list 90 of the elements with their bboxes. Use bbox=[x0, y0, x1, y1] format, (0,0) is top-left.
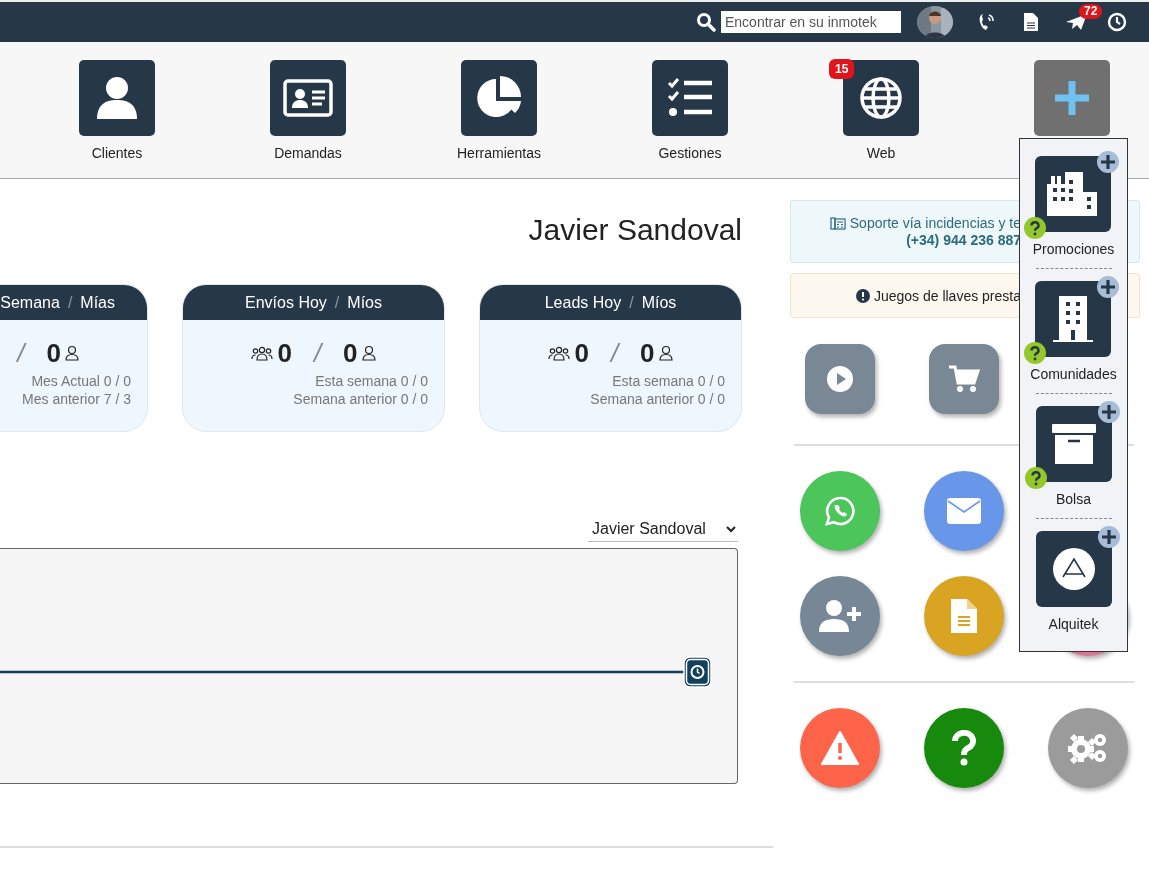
document-icon bbox=[951, 599, 977, 633]
phone-icon[interactable] bbox=[977, 12, 995, 32]
chevron-down-icon bbox=[726, 525, 736, 533]
support-phone: (+34) 944 236 887 bbox=[906, 231, 1021, 249]
separator: / bbox=[17, 337, 25, 369]
round-button[interactable] bbox=[800, 576, 880, 656]
card-title: Semana bbox=[0, 293, 60, 312]
cart-icon bbox=[948, 365, 980, 393]
add-button[interactable] bbox=[1034, 60, 1110, 136]
fax-icon bbox=[829, 216, 846, 230]
question-icon[interactable] bbox=[1024, 342, 1047, 364]
user-select[interactable]: Javier Sandoval bbox=[588, 519, 738, 542]
menu-tile[interactable] bbox=[1035, 406, 1112, 482]
notification-badge: 72 bbox=[1079, 4, 1103, 19]
gears-icon bbox=[1067, 732, 1109, 764]
archive-box-icon bbox=[1051, 424, 1096, 464]
stat-value: 0 bbox=[640, 337, 655, 369]
person-icon bbox=[96, 75, 138, 121]
question-icon[interactable] bbox=[1024, 467, 1047, 489]
nav-label: Herramientas bbox=[457, 145, 541, 161]
stat-detail: Esta semana 0 / 0 bbox=[315, 372, 428, 390]
menu-label: Bolsa bbox=[1056, 491, 1091, 508]
card-subtitle: Míos bbox=[347, 293, 382, 312]
menu-tile[interactable] bbox=[1035, 156, 1112, 232]
separator: / bbox=[334, 293, 340, 312]
nav-label: Demandas bbox=[274, 145, 342, 161]
plus-icon[interactable] bbox=[1097, 401, 1120, 423]
round-button[interactable] bbox=[924, 708, 1004, 788]
separator: / bbox=[313, 337, 322, 369]
separator: / bbox=[67, 293, 73, 312]
stat-detail: Semana anterior 0 / 0 bbox=[293, 390, 428, 408]
menu-label: Promociones bbox=[1032, 241, 1115, 258]
document-icon[interactable] bbox=[1023, 12, 1039, 32]
logo-icon bbox=[1051, 547, 1096, 591]
building-icon bbox=[1053, 296, 1094, 342]
menu-label: Alquitek bbox=[1048, 616, 1099, 633]
menu-tile[interactable] bbox=[1035, 531, 1112, 607]
stat-value: 0 bbox=[343, 337, 358, 369]
search-field[interactable]: Encontrar en su inmotek bbox=[721, 11, 901, 33]
user-name: Javier Sandoval bbox=[527, 212, 742, 248]
person-icon bbox=[658, 345, 673, 361]
chat-phone-icon bbox=[825, 496, 855, 526]
menu-tile[interactable] bbox=[1035, 281, 1112, 357]
checklist-icon bbox=[667, 77, 713, 119]
globe-icon bbox=[859, 76, 903, 120]
separator: / bbox=[610, 337, 619, 369]
question-icon bbox=[952, 730, 976, 766]
square-button[interactable] bbox=[929, 344, 999, 414]
count-badge: 15 bbox=[829, 59, 855, 79]
square-button[interactable] bbox=[805, 344, 875, 414]
stat-value: 0 bbox=[574, 337, 589, 369]
plus-icon[interactable] bbox=[1097, 151, 1120, 173]
nav-label: Gestiones bbox=[658, 145, 722, 161]
stat-value: 0 bbox=[46, 337, 61, 369]
stat-value: 0 bbox=[277, 337, 292, 369]
card-title: Leads Hoy bbox=[544, 293, 622, 312]
round-button[interactable] bbox=[1048, 708, 1128, 788]
card-subtitle: Mías bbox=[80, 293, 115, 312]
nav-label: Clientes bbox=[91, 145, 143, 161]
nav-tile[interactable] bbox=[461, 60, 537, 136]
plus-icon[interactable] bbox=[1097, 526, 1120, 548]
exclamation-icon bbox=[856, 288, 870, 303]
id-card-icon bbox=[283, 79, 333, 117]
plus-icon[interactable] bbox=[1097, 276, 1120, 298]
menu-label: Comunidades bbox=[1030, 366, 1117, 383]
card-title: Envíos Hoy bbox=[245, 293, 327, 312]
stat-detail: Esta semana 0 / 0 bbox=[612, 372, 725, 390]
search-icon[interactable] bbox=[696, 12, 716, 32]
play-icon bbox=[826, 365, 854, 393]
stat-detail: Mes Actual 0 / 0 bbox=[31, 372, 131, 390]
plus-icon bbox=[1052, 78, 1092, 118]
question-icon[interactable] bbox=[1024, 217, 1047, 239]
round-button[interactable] bbox=[924, 471, 1004, 551]
group-icon bbox=[251, 345, 274, 361]
nav-tile[interactable] bbox=[79, 60, 155, 136]
stat-detail: Semana anterior 0 / 0 bbox=[590, 390, 725, 408]
nav-tile[interactable] bbox=[652, 60, 728, 136]
round-button[interactable] bbox=[800, 708, 880, 788]
nav-tile[interactable] bbox=[270, 60, 346, 136]
separator: / bbox=[629, 293, 634, 312]
person-icon bbox=[361, 345, 376, 361]
nav-label: Web bbox=[866, 145, 896, 161]
envelope-icon bbox=[947, 498, 981, 524]
group-icon bbox=[548, 345, 571, 361]
person-icon bbox=[65, 345, 79, 361]
add-user-icon bbox=[819, 599, 861, 633]
warning-icon bbox=[821, 731, 859, 765]
stat-detail: Mes anterior 7 / 3 bbox=[22, 390, 131, 408]
clock-icon[interactable] bbox=[1107, 12, 1127, 32]
card-subtitle: Míos bbox=[641, 293, 677, 312]
